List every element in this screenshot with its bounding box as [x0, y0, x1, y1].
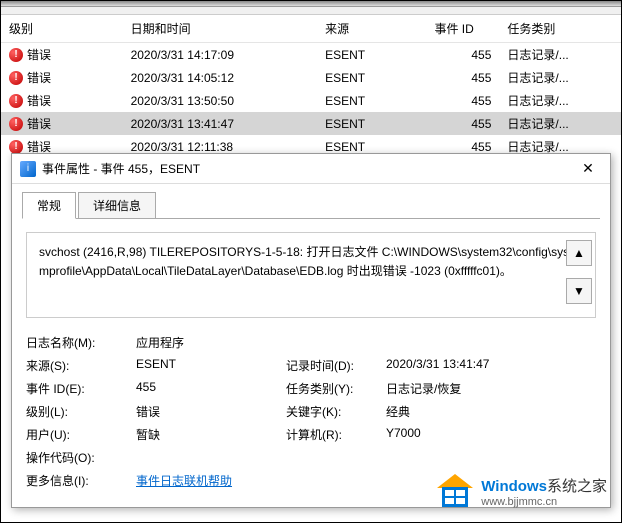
window-sub-border [1, 7, 621, 15]
watermark-text: Windows系统之家 www.bjjmmc.cn [481, 475, 607, 508]
header-level[interactable]: 级别 [1, 15, 123, 43]
tab-details[interactable]: 详细信息 [78, 192, 156, 219]
user-label: 用户(U): [26, 426, 136, 443]
help-link[interactable]: 事件日志联机帮助 [136, 474, 232, 488]
prev-event-button[interactable]: ▲ [566, 240, 592, 266]
computer-value: Y7000 [386, 426, 596, 443]
eventid-cell: 455 [426, 112, 499, 135]
eventid-cell: 455 [426, 89, 499, 112]
level-text: 错误 [27, 92, 51, 109]
datetime-cell: 2020/3/31 13:50:50 [123, 89, 318, 112]
watermark: Windows系统之家 www.bjjmmc.cn [437, 474, 607, 508]
opcode-label: 操作代码(O): [26, 449, 136, 466]
user-value: 暂缺 [136, 426, 286, 443]
error-icon: ! [9, 48, 23, 62]
level-text: 错误 [27, 69, 51, 86]
category-value: 日志记录/恢复 [386, 380, 596, 397]
error-icon: ! [9, 117, 23, 131]
datetime-cell: 2020/3/31 14:05:12 [123, 66, 318, 89]
tab-general[interactable]: 常规 [22, 192, 76, 219]
event-properties-dialog: i 事件属性 - 事件 455，ESENT ✕ 常规 详细信息 ▲ ▼ svch… [11, 153, 611, 508]
table-row[interactable]: ! 错误 2020/3/31 14:05:12ESENT455日志记录/... [1, 66, 621, 89]
category-cell: 日志记录/... [499, 89, 621, 112]
source-cell: ESENT [317, 66, 426, 89]
level-value: 错误 [136, 403, 286, 420]
eventid-cell: 455 [426, 66, 499, 89]
close-button[interactable]: ✕ [574, 160, 602, 177]
keywords-label: 关键字(K): [286, 403, 386, 420]
source-cell: ESENT [317, 89, 426, 112]
recorded-label: 记录时间(D): [286, 357, 386, 374]
watermark-url: www.bjjmmc.cn [481, 496, 607, 508]
dialog-titlebar[interactable]: i 事件属性 - 事件 455，ESENT ✕ [12, 154, 610, 184]
header-datetime[interactable]: 日期和时间 [123, 15, 318, 43]
header-source[interactable]: 来源 [317, 15, 426, 43]
log-name-label: 日志名称(M): [26, 334, 136, 351]
event-properties: 日志名称(M): 应用程序 来源(S): ESENT 记录时间(D): 2020… [26, 334, 596, 489]
level-text: 错误 [27, 115, 51, 132]
eventid-label: 事件 ID(E): [26, 380, 136, 397]
table-row[interactable]: ! 错误 2020/3/31 13:41:47ESENT455日志记录/... [1, 112, 621, 135]
dialog-tabs: 常规 详细信息 [12, 184, 610, 219]
source-label: 来源(S): [26, 357, 136, 374]
event-description[interactable]: svchost (2416,R,98) TILEREPOSITORYS-1-5-… [26, 232, 596, 318]
next-event-button[interactable]: ▼ [566, 278, 592, 304]
level-label: 级别(L): [26, 403, 136, 420]
tab-underline [22, 218, 600, 219]
source-cell: ESENT [317, 112, 426, 135]
category-cell: 日志记录/... [499, 43, 621, 67]
recorded-value: 2020/3/31 13:41:47 [386, 357, 596, 374]
error-icon: ! [9, 71, 23, 85]
table-row[interactable]: ! 错误 2020/3/31 14:17:09ESENT455日志记录/... [1, 43, 621, 67]
keywords-value: 经典 [386, 403, 596, 420]
source-value: ESENT [136, 357, 286, 374]
event-table: 级别 日期和时间 来源 事件 ID 任务类别 ! 错误 2020/3/31 14:1… [1, 15, 621, 158]
table-header-row: 级别 日期和时间 来源 事件 ID 任务类别 [1, 15, 621, 43]
eventid-value: 455 [136, 380, 286, 397]
header-eventid[interactable]: 事件 ID [426, 15, 499, 43]
eventid-cell: 455 [426, 43, 499, 67]
moreinfo-label: 更多信息(I): [26, 472, 136, 489]
computer-label: 计算机(R): [286, 426, 386, 443]
error-icon: ! [9, 94, 23, 108]
header-category[interactable]: 任务类别 [499, 15, 621, 43]
category-cell: 日志记录/... [499, 66, 621, 89]
category-label: 任务类别(Y): [286, 380, 386, 397]
dialog-icon: i [20, 161, 36, 177]
source-cell: ESENT [317, 43, 426, 67]
watermark-logo-icon [437, 474, 473, 508]
dialog-title: 事件属性 - 事件 455，ESENT [42, 160, 574, 177]
category-cell: 日志记录/... [499, 112, 621, 135]
level-text: 错误 [27, 46, 51, 63]
datetime-cell: 2020/3/31 14:17:09 [123, 43, 318, 67]
log-name-value: 应用程序 [136, 334, 286, 351]
dialog-body: ▲ ▼ svchost (2416,R,98) TILEREPOSITORYS-… [12, 220, 610, 507]
error-icon: ! [9, 140, 23, 154]
datetime-cell: 2020/3/31 13:41:47 [123, 112, 318, 135]
nav-buttons: ▲ ▼ [566, 240, 592, 304]
table-row[interactable]: ! 错误 2020/3/31 13:50:50ESENT455日志记录/... [1, 89, 621, 112]
